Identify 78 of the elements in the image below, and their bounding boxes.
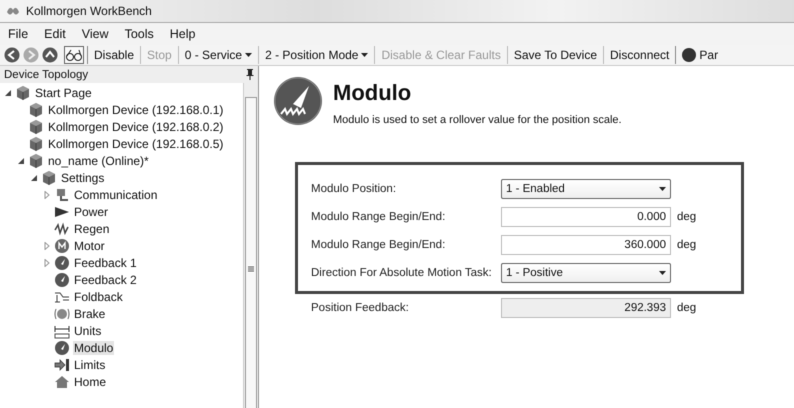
field-label: Direction For Absolute Motion Task:	[311, 267, 493, 279]
scrollbar[interactable]	[243, 83, 258, 408]
caret-icon	[361, 53, 368, 57]
pin-icon[interactable]	[246, 69, 254, 80]
gauge-icon	[273, 76, 323, 126]
gauge-icon	[54, 254, 70, 270]
tree-item[interactable]: Foldback	[73, 290, 124, 304]
expand-arrow-icon[interactable]	[43, 258, 51, 266]
up-icon[interactable]	[42, 47, 58, 63]
unit-label: deg	[677, 302, 696, 314]
grip-icon	[248, 266, 254, 272]
collapse-arrow-icon[interactable]	[4, 88, 12, 96]
motor-icon	[54, 238, 70, 254]
unit-label: deg	[677, 239, 696, 251]
cube-icon	[28, 152, 44, 168]
tree-item[interactable]: Kollmorgen Device (192.168.0.5)	[47, 136, 224, 150]
tree-item[interactable]: Feedback 2	[73, 272, 138, 286]
tree-item[interactable]: Power	[73, 204, 110, 218]
window-title: Kollmorgen WorkBench	[26, 4, 152, 18]
gauge-icon	[54, 340, 70, 356]
expand-arrow-icon[interactable]	[43, 242, 51, 250]
menu-item[interactable]: Tools	[124, 27, 154, 41]
readonly-field: 292.393	[501, 298, 671, 318]
box-icon	[41, 170, 57, 186]
toolbar-button[interactable]: Save To Device	[506, 46, 604, 64]
collapse-arrow-icon[interactable]	[17, 156, 25, 164]
tree-item[interactable]: Units	[73, 324, 102, 338]
toolbar-dropdown[interactable]: 0 - Service	[178, 46, 258, 64]
tree-item[interactable]: Modulo	[73, 340, 114, 354]
tree-item[interactable]: Limits	[73, 358, 106, 372]
menu-item[interactable]: Help	[170, 27, 196, 41]
menu-item[interactable]: Edit	[44, 27, 66, 41]
panel-title: Device Topology	[4, 68, 88, 80]
tree-item[interactable]: Regen	[73, 222, 110, 236]
toolbar-button[interactable]: Disable	[87, 46, 140, 64]
tree-item[interactable]: Brake	[73, 306, 106, 320]
collapse-arrow-icon[interactable]	[30, 174, 38, 182]
tree-item[interactable]: Communication	[73, 188, 158, 202]
wave-icon	[54, 220, 70, 236]
input-field[interactable]: 0.000	[501, 207, 671, 227]
field-label: Modulo Range Begin/End:	[311, 211, 446, 223]
back-icon[interactable]	[4, 47, 20, 63]
dropdown[interactable]: 1 - Positive	[501, 263, 671, 283]
tree-item[interactable]: Kollmorgen Device (192.168.0.2)	[47, 120, 224, 134]
field-label: Modulo Range Begin/End:	[311, 239, 446, 251]
menu-item[interactable]: View	[82, 27, 109, 41]
tree-item[interactable]: Feedback 1	[73, 256, 138, 270]
expand-arrow-icon[interactable]	[43, 190, 51, 198]
gauge-icon	[54, 272, 70, 288]
page-description: Modulo is used to set a rollover value for the position scale.	[333, 114, 622, 126]
toolbar-dropdown[interactable]: 2 - Position Mode	[258, 46, 374, 64]
glasses-icon[interactable]	[64, 46, 84, 64]
cube-icon	[28, 102, 44, 118]
page-title: Modulo	[333, 80, 412, 106]
cube-icon	[28, 118, 44, 134]
tree-item[interactable]: Start Page	[34, 86, 93, 100]
field-label: Modulo Position:	[311, 183, 398, 195]
toolbar-button[interactable]: Disconnect	[603, 46, 676, 64]
arrow-bar-icon	[54, 356, 70, 372]
dropdown[interactable]: 1 - Enabled	[501, 179, 671, 199]
field-label: Position Feedback:	[311, 302, 410, 314]
unit-label: deg	[677, 211, 696, 223]
network-icon	[54, 186, 70, 202]
cube-icon	[28, 136, 44, 152]
menu-item[interactable]: File	[8, 27, 28, 41]
tree-item[interactable]: Home	[73, 374, 108, 388]
tree-item[interactable]: Motor	[73, 238, 106, 252]
caret-icon	[659, 187, 666, 191]
home-icon	[54, 374, 70, 390]
toolbar-label[interactable]: Par	[699, 48, 718, 62]
tree-item[interactable]: Settings	[60, 170, 106, 184]
caret-icon	[659, 271, 666, 275]
input-field[interactable]: 360.000	[501, 235, 671, 255]
tree-item[interactable]: Kollmorgen Device (192.168.0.1)	[47, 102, 224, 116]
caret-icon	[245, 53, 252, 57]
cube-icon	[15, 84, 31, 100]
tree-item[interactable]: no_name (Online)*	[47, 154, 150, 168]
status-icon	[682, 48, 696, 62]
